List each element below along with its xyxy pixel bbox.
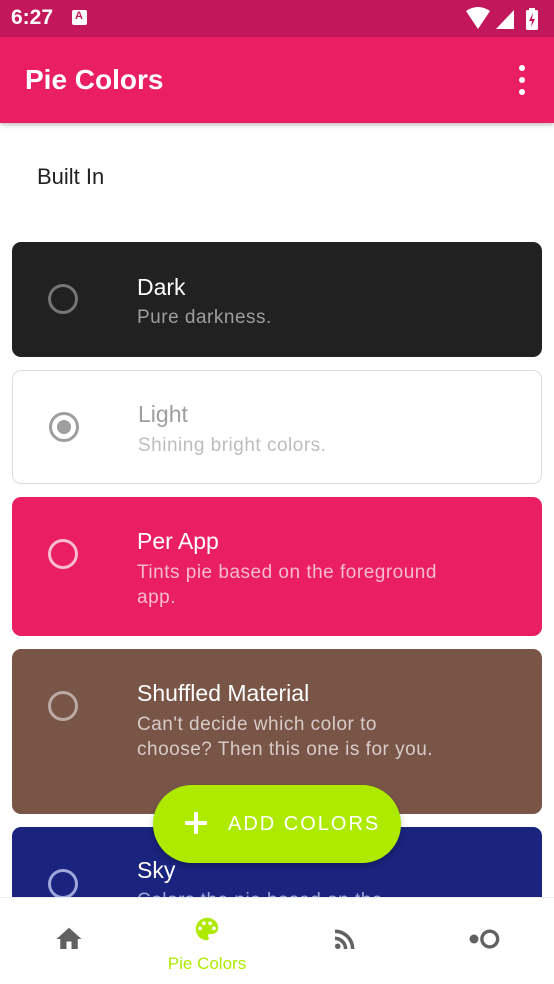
notification-a-icon: [72, 10, 87, 25]
overflow-dot: [519, 65, 525, 71]
theme-name: Dark: [137, 274, 186, 300]
radio-dot: [56, 699, 70, 713]
section-title: Built In: [37, 164, 105, 189]
more-options-button[interactable]: [512, 65, 532, 95]
status-time: 6:27: [11, 6, 54, 29]
theme-card-dark[interactable]: Dark Pure darkness.: [12, 242, 542, 357]
radio-button[interactable]: [48, 539, 78, 569]
radio-dot: [56, 292, 70, 306]
toggle-dots-icon: [469, 929, 500, 949]
page-title: Pie Colors: [25, 64, 164, 95]
status-bar: 6:27: [0, 0, 554, 37]
theme-name: Sky: [137, 857, 176, 883]
nav-label-pie-colors: Pie Colors: [167, 954, 247, 973]
radio-button[interactable]: [48, 284, 78, 314]
overflow-dot: [519, 77, 525, 83]
nav-item-home[interactable]: [0, 898, 138, 984]
theme-card-per-app[interactable]: Per App Tints pie based on the foregroun…: [12, 497, 542, 636]
add-colors-button[interactable]: ADD COLORS: [153, 785, 401, 863]
nav-item-settings[interactable]: [414, 898, 552, 984]
radio-dot: [56, 547, 70, 561]
nav-item-pie-colors[interactable]: Pie Colors: [138, 898, 276, 984]
theme-description: Colors the pie based on the: [137, 888, 457, 897]
wifi-icon: [466, 7, 490, 29]
radio-dot: [56, 877, 70, 891]
overflow-dot: [519, 89, 525, 95]
add-colors-label: ADD COLORS: [228, 813, 381, 835]
rss-feed-icon: [335, 929, 355, 949]
radio-dot: [57, 420, 71, 434]
theme-description: Pure darkness.: [137, 307, 272, 328]
theme-name: Light: [138, 401, 188, 427]
theme-list[interactable]: Built In Dark Pure darkness. Light Shini…: [0, 123, 554, 897]
theme-description: Shining bright colors.: [138, 435, 327, 456]
theme-card-light[interactable]: Light Shining bright colors.: [12, 370, 542, 484]
theme-name: Shuffled Material: [137, 680, 310, 706]
radio-button[interactable]: [48, 869, 78, 897]
theme-description: Can't decide which color to choose? Then…: [137, 714, 434, 760]
bottom-navigation: Pie Colors: [0, 897, 554, 984]
cellular-signal-icon: [496, 10, 514, 29]
theme-name: Per App: [137, 528, 219, 554]
palette-icon: [195, 917, 219, 941]
radio-button[interactable]: [49, 412, 79, 442]
app-bar: Pie Colors: [0, 37, 554, 123]
status-icons: [466, 7, 538, 30]
plus-icon: [185, 812, 207, 834]
battery-icon: [526, 8, 538, 30]
radio-button[interactable]: [48, 691, 78, 721]
nav-item-feed[interactable]: [276, 898, 414, 984]
home-icon: [56, 927, 82, 949]
theme-description: Tints pie based on the foreground app.: [137, 562, 437, 608]
